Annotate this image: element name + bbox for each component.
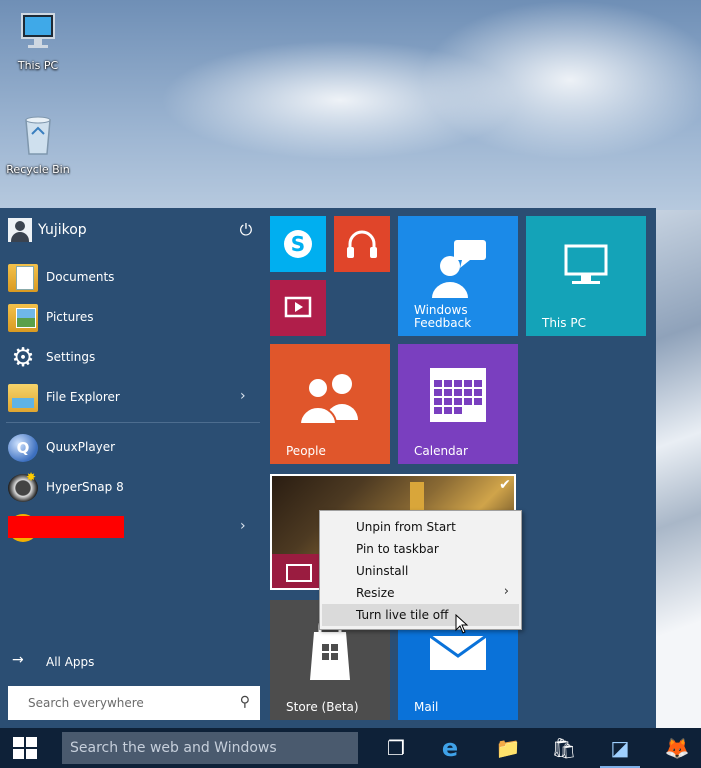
quuxplayer-icon: Q — [8, 434, 38, 462]
windows-logo-icon — [13, 737, 37, 759]
ctx-item-unpin-from-start[interactable]: Unpin from Start — [322, 516, 519, 538]
chevron-right-icon[interactable]: › — [240, 388, 246, 404]
computer-icon — [564, 244, 608, 284]
menu-item-label: Documents — [46, 270, 115, 284]
folder-icon: 📁 — [495, 736, 521, 760]
avatar — [8, 218, 32, 242]
menu-item-settings[interactable]: ⚙ Settings — [0, 340, 265, 376]
menu-item-quuxplayer[interactable]: Q QuuxPlayer — [0, 430, 265, 466]
menu-item-hypersnap[interactable]: HyperSnap 8 — [0, 470, 265, 506]
start-menu: Yujikop ⏻ Documents Pictures ⚙ Settings … — [0, 208, 656, 728]
power-button[interactable]: ⏻ — [236, 220, 256, 240]
desktop-icon-recycle-bin[interactable]: Recycle Bin — [2, 112, 74, 176]
menu-item-label: File Explorer — [46, 390, 120, 404]
headphones-icon — [347, 230, 377, 258]
tile-label: Store (Beta) — [286, 700, 359, 714]
app-icon: ◪ — [610, 736, 630, 760]
start-search-box[interactable]: ⚲ — [8, 686, 260, 720]
task-view-icon: ❐ — [387, 736, 405, 760]
desktop-icon-label: This PC — [17, 59, 59, 72]
internet-explorer-icon: e — [441, 734, 459, 762]
taskbar-search-box[interactable] — [62, 732, 358, 764]
menu-item-documents[interactable]: Documents — [0, 260, 265, 296]
documents-icon — [8, 264, 38, 292]
menu-item-label: QuuxPlayer — [46, 440, 116, 454]
tile-video[interactable] — [270, 280, 326, 336]
start-button[interactable] — [0, 728, 54, 768]
app-taskbar-button[interactable]: ◪ — [596, 728, 644, 768]
people-icon — [298, 374, 358, 425]
store-taskbar-button[interactable]: 🛍 — [540, 728, 588, 768]
user-account-row[interactable]: Yujikop ⏻ — [0, 214, 265, 246]
internet-explorer-button[interactable]: e — [426, 728, 474, 768]
menu-item-label: Pictures — [46, 310, 94, 324]
search-icon: ⚲ — [239, 694, 250, 710]
ctx-item-resize[interactable]: Resize › — [322, 582, 519, 604]
tile-windows-feedback[interactable]: Windows Feedback — [398, 216, 518, 336]
firefox-taskbar-button[interactable]: 🦊 — [653, 728, 701, 768]
firefox-icon: 🦊 — [664, 736, 690, 760]
tile-label: This PC — [542, 316, 586, 330]
checkmark-icon: ✔ — [499, 477, 511, 493]
hypersnap-icon — [8, 470, 38, 502]
file-explorer-taskbar-button[interactable]: 📁 — [484, 728, 532, 768]
start-search-input[interactable] — [8, 686, 228, 720]
menu-item-pictures[interactable]: Pictures — [0, 300, 265, 336]
power-icon: ⏻ — [239, 220, 253, 239]
news-icon — [286, 564, 312, 582]
redaction-bar — [8, 516, 124, 538]
video-icon — [284, 296, 312, 318]
ctx-item-label: Resize — [356, 586, 395, 600]
ctx-item-pin-to-taskbar[interactable]: Pin to taskbar — [322, 538, 519, 560]
task-view-button[interactable]: ❐ — [372, 728, 420, 768]
tile-label: Mail — [414, 700, 439, 714]
arrow-right-icon: → — [12, 652, 24, 668]
computer-icon — [21, 13, 55, 48]
ctx-item-turn-live-tile-off[interactable]: Turn live tile off — [322, 604, 519, 626]
tile-music[interactable] — [334, 216, 390, 272]
menu-item-file-explorer[interactable]: File Explorer › — [0, 380, 265, 416]
menu-item-label: HyperSnap 8 — [46, 480, 124, 494]
svg-text:S: S — [291, 232, 305, 256]
tile-calendar[interactable]: Calendar — [398, 344, 518, 464]
user-name: Yujikop — [38, 222, 87, 238]
calendar-icon — [430, 368, 486, 422]
ctx-item-label: Pin to taskbar — [356, 542, 439, 556]
ctx-item-label: Uninstall — [356, 564, 409, 578]
chevron-right-icon[interactable]: › — [240, 518, 246, 534]
recycle-bin-icon — [25, 116, 51, 155]
file-explorer-icon — [8, 384, 38, 412]
ctx-item-label: Turn live tile off — [356, 608, 449, 622]
pictures-icon — [8, 304, 38, 332]
menu-divider — [6, 422, 260, 423]
settings-icon: ⚙ — [11, 343, 35, 373]
desktop-icon-label: Recycle Bin — [6, 163, 70, 176]
ctx-item-uninstall[interactable]: Uninstall — [322, 560, 519, 582]
tile-skype[interactable]: S — [270, 216, 326, 272]
tile-people[interactable]: People — [270, 344, 390, 464]
tile-label: People — [286, 444, 326, 458]
skype-icon: S — [284, 230, 312, 258]
tile-context-menu: Unpin from Start Pin to taskbar Uninstal… — [319, 510, 522, 630]
tile-label: Calendar — [414, 444, 468, 458]
store-bag-icon: 🛍 — [551, 736, 577, 760]
wallpaper-cloud — [420, 0, 701, 160]
mouse-cursor-icon — [455, 614, 469, 634]
menu-item-label: Settings — [46, 350, 96, 364]
taskbar: ❐ e 📁 🛍 ◪ 🦊 — [0, 728, 701, 768]
ctx-item-label: Unpin from Start — [356, 520, 456, 534]
chevron-right-icon: › — [503, 584, 509, 599]
tile-this-pc[interactable]: This PC — [526, 216, 646, 336]
all-apps-button[interactable]: → All Apps — [0, 648, 265, 676]
taskbar-search-input[interactable] — [62, 732, 358, 764]
tile-label: Windows Feedback — [414, 303, 472, 330]
all-apps-label: All Apps — [46, 655, 95, 669]
desktop-icon-this-pc[interactable]: This PC — [2, 10, 74, 72]
start-left-pane: Yujikop ⏻ Documents Pictures ⚙ Settings … — [0, 208, 265, 728]
